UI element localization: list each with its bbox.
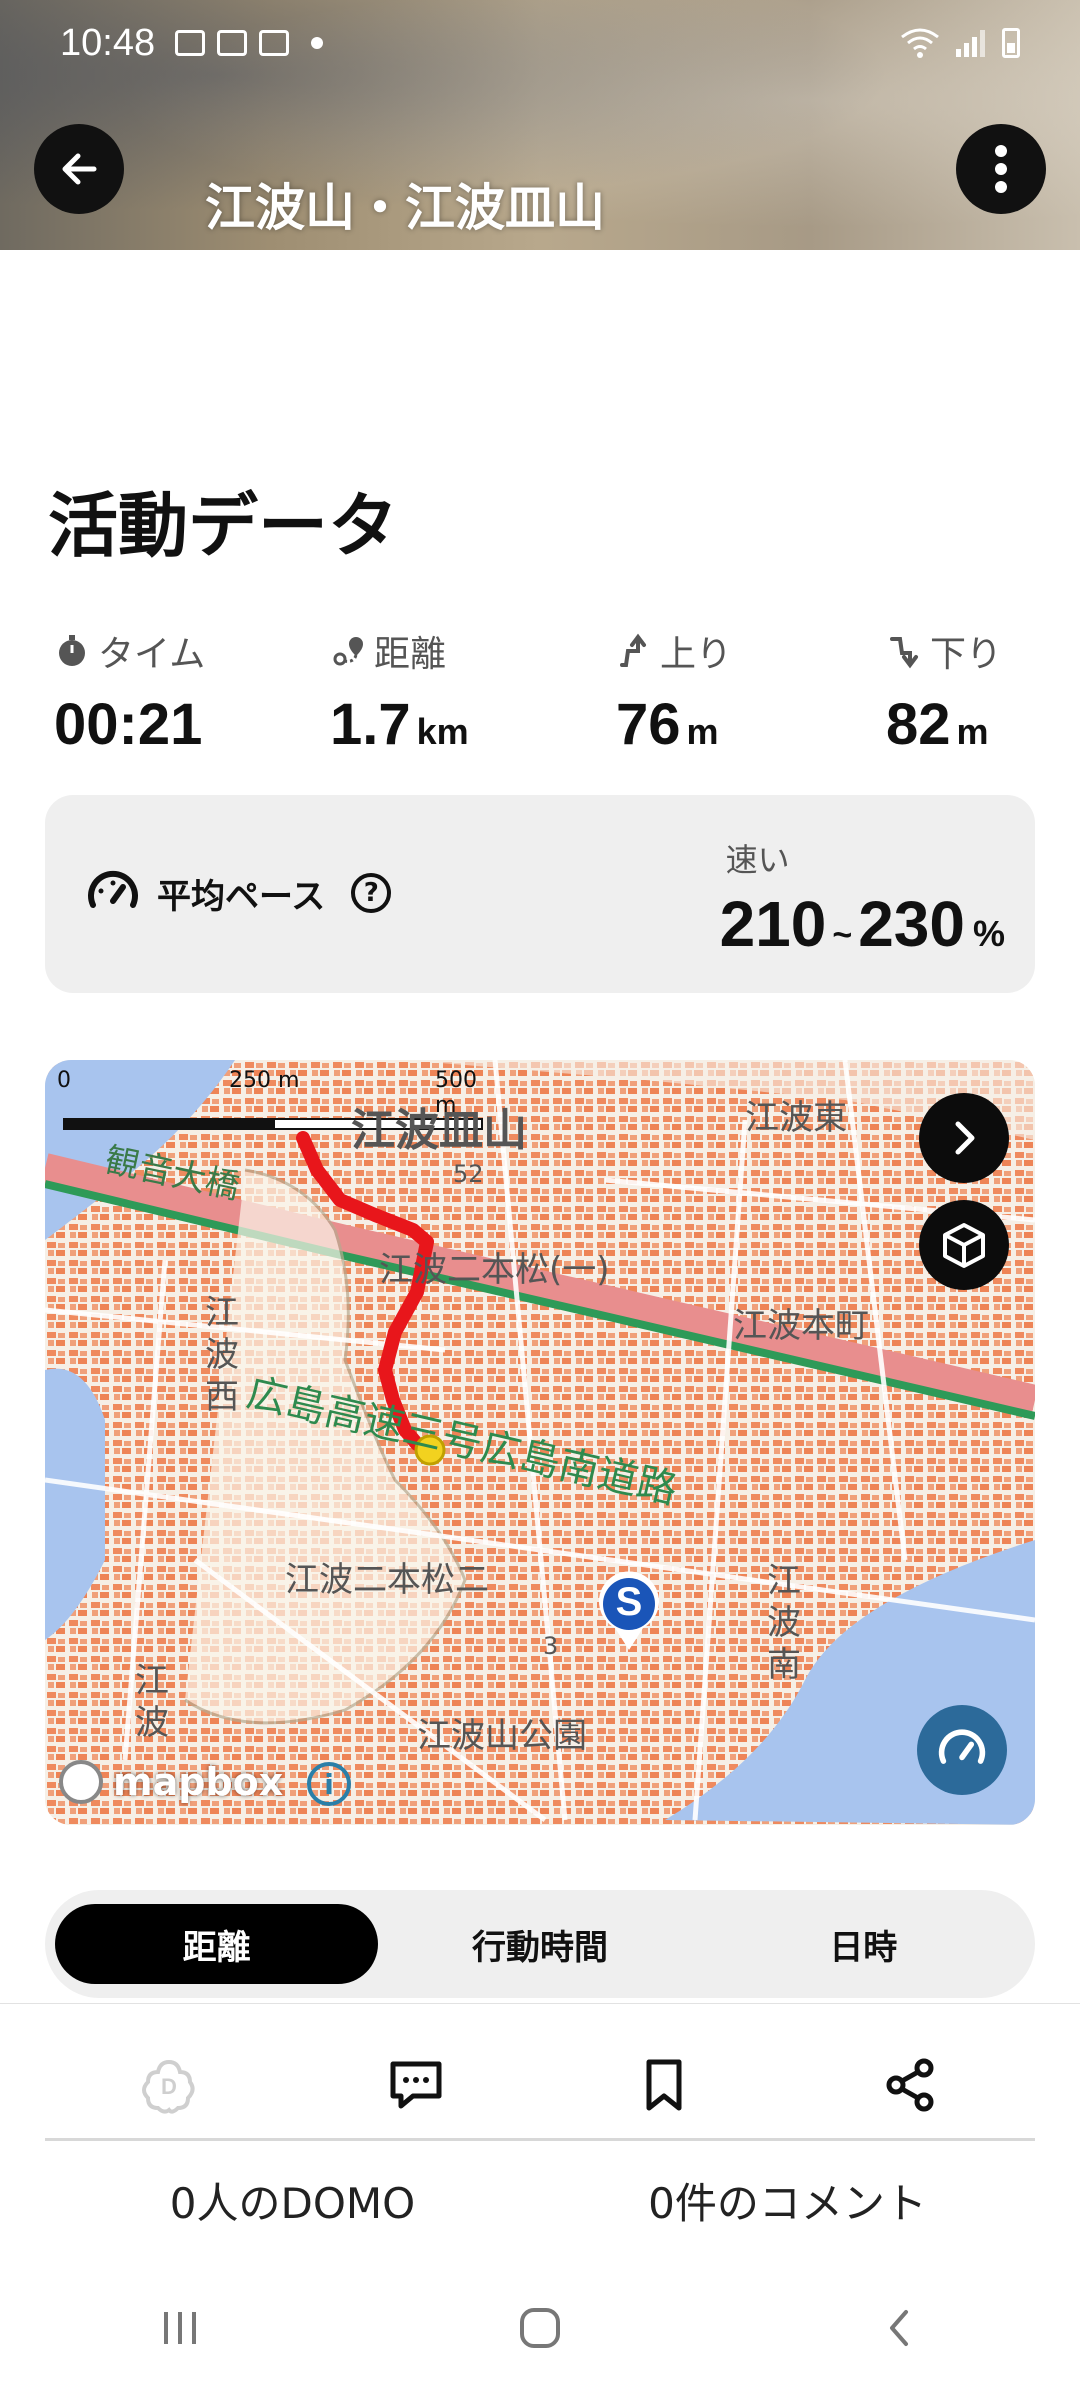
pace-speed-label: 速い xyxy=(725,841,790,879)
home-button[interactable] xyxy=(510,2298,570,2362)
map-label-nihonmatsu-1: 江波二本松(一) xyxy=(379,1250,610,1290)
battery-icon xyxy=(1002,28,1020,58)
start-marker[interactable]: S xyxy=(593,1570,665,1654)
pace-range-unit: % xyxy=(972,913,1005,954)
chevron-left-icon xyxy=(890,2310,908,2346)
stat-descent-label: 下り xyxy=(930,634,1003,675)
domo-button[interactable]: D xyxy=(45,2030,293,2140)
stat-distance: 距離 1.7 km xyxy=(330,625,469,758)
media-notification-icon xyxy=(217,30,248,56)
map-label-enami: 江波 xyxy=(135,1661,169,1743)
route-map[interactable]: 0 250 m 500 m 江波皿山 江波東 観音大橋 江波二本松(一) 江波本… xyxy=(45,1060,1035,1825)
action-divider xyxy=(45,2138,1035,2141)
mapbox-logo: mapbox xyxy=(59,1760,283,1804)
stat-descent-unit: m xyxy=(956,711,989,752)
system-navigation-bar xyxy=(0,2275,1080,2385)
speedometer-icon xyxy=(88,870,138,908)
share-button[interactable] xyxy=(788,2030,1036,2140)
average-pace-label: 平均ペース xyxy=(157,876,326,917)
map-label-enami-higashi: 江波東 xyxy=(745,1098,847,1138)
header-banner: 10:48 江波山・江波皿山 xyxy=(0,0,1080,250)
comment-bubble-icon xyxy=(390,2061,442,2109)
map-pace-button[interactable] xyxy=(917,1705,1007,1795)
action-bar-top-divider xyxy=(0,2003,1080,2004)
social-counts: 0人のDOMO 0件のコメント xyxy=(45,2170,1035,2231)
map-label-nihonmatsu-2: 江波二本松二 xyxy=(285,1560,489,1600)
stat-descent: 下り 82 m xyxy=(886,625,1002,758)
pace-range-tilde: ~ xyxy=(832,916,853,954)
chart-mode-tabs: 距離 行動時間 日時 xyxy=(45,1890,1035,1998)
descent-icon xyxy=(890,637,918,669)
map-expand-button[interactable] xyxy=(919,1093,1009,1183)
gallery-notification-icon xyxy=(175,30,206,56)
wifi-icon xyxy=(901,28,939,58)
start-marker-label: S xyxy=(615,1580,643,1624)
stat-distance-value: 1.7 xyxy=(330,692,411,757)
recent-apps-button[interactable] xyxy=(150,2298,210,2362)
map-info-icon[interactable]: i xyxy=(307,1762,351,1806)
ascent-icon xyxy=(620,633,646,667)
system-back-button[interactable] xyxy=(870,2298,930,2362)
pace-range: 210 ~230% xyxy=(720,887,1005,961)
share-icon xyxy=(886,2058,934,2112)
average-pace-card: 平均ペース ? 速い 210 ~230% xyxy=(45,795,1035,993)
arrow-left-icon xyxy=(62,153,97,185)
stat-descent-value: 82 xyxy=(886,692,951,757)
map-label-enami-honmachi: 江波本町 xyxy=(733,1306,869,1346)
stat-time-label: タイム xyxy=(98,634,206,675)
route-icon xyxy=(333,637,363,666)
comment-count[interactable]: 0件のコメント xyxy=(540,2170,1035,2231)
stat-ascent-unit: m xyxy=(686,711,719,752)
stat-ascent-label: 上り xyxy=(660,634,733,675)
back-button[interactable] xyxy=(34,124,124,214)
page-title: 江波山・江波皿山 xyxy=(205,179,605,237)
help-icon[interactable]: ? xyxy=(351,873,392,913)
more-notifications-dot-icon xyxy=(311,37,324,49)
scale-label-250: 250 m xyxy=(229,1068,300,1093)
more-options-button[interactable] xyxy=(956,124,1046,214)
stat-time: タイム 00:21 xyxy=(54,625,205,758)
action-bar: D xyxy=(45,2030,1035,2140)
pace-range-low: 210 xyxy=(719,888,827,960)
stat-time-value: 00:21 xyxy=(54,692,203,757)
map-label-enamiyama-park: 江波山公園 xyxy=(417,1716,587,1756)
stopwatch-icon xyxy=(59,635,85,666)
tab-datetime[interactable]: 日時 xyxy=(702,1904,1025,1984)
comment-button[interactable] xyxy=(293,2030,541,2140)
more-vertical-icon xyxy=(995,145,1007,193)
activity-data-heading: 活動データ xyxy=(48,485,398,567)
map-label-enami-nishi: 江波西 xyxy=(205,1293,239,1417)
status-time: 10:48 xyxy=(60,21,156,64)
status-bar: 10:48 xyxy=(60,18,1020,68)
stat-ascent-value: 76 xyxy=(616,692,681,757)
map-label-enamisarayama: 江波皿山 xyxy=(351,1105,527,1156)
map-3d-button[interactable] xyxy=(919,1200,1009,1290)
speedometer-icon xyxy=(938,1729,986,1764)
bookmark-button[interactable] xyxy=(540,2030,788,2140)
home-icon xyxy=(520,2308,560,2348)
chevron-right-icon xyxy=(955,1121,975,1155)
cube-icon xyxy=(943,1223,985,1268)
stat-ascent: 上り 76 m xyxy=(616,625,732,758)
stat-distance-unit: km xyxy=(416,711,469,752)
pace-range-high: 230 xyxy=(858,888,965,960)
recent-apps-icon xyxy=(164,2312,196,2344)
news-notification-icon xyxy=(259,30,290,56)
tab-distance[interactable]: 距離 xyxy=(55,1904,379,1984)
tab-moving-time[interactable]: 行動時間 xyxy=(378,1904,701,1984)
mapbox-mark-icon xyxy=(59,1760,103,1804)
activity-stats: タイム 00:21 距離 1.7 km 上り 76 m 下り 82 m xyxy=(48,625,1032,758)
map-label-elevation-3: 3 xyxy=(543,1632,559,1660)
scale-label-0: 0 xyxy=(57,1068,71,1093)
bookmark-icon xyxy=(646,2059,682,2111)
map-label-enami-minami: 江波南 xyxy=(767,1561,801,1685)
domo-count[interactable]: 0人のDOMO xyxy=(45,2170,540,2231)
mapbox-attribution: mapbox xyxy=(113,1760,284,1804)
svg-text:D: D xyxy=(161,2074,177,2099)
signal-icon xyxy=(956,30,985,57)
stat-distance-label: 距離 xyxy=(374,634,447,675)
map-label-elevation-52: 52 xyxy=(453,1160,484,1188)
domo-flower-icon: D xyxy=(141,2059,195,2114)
